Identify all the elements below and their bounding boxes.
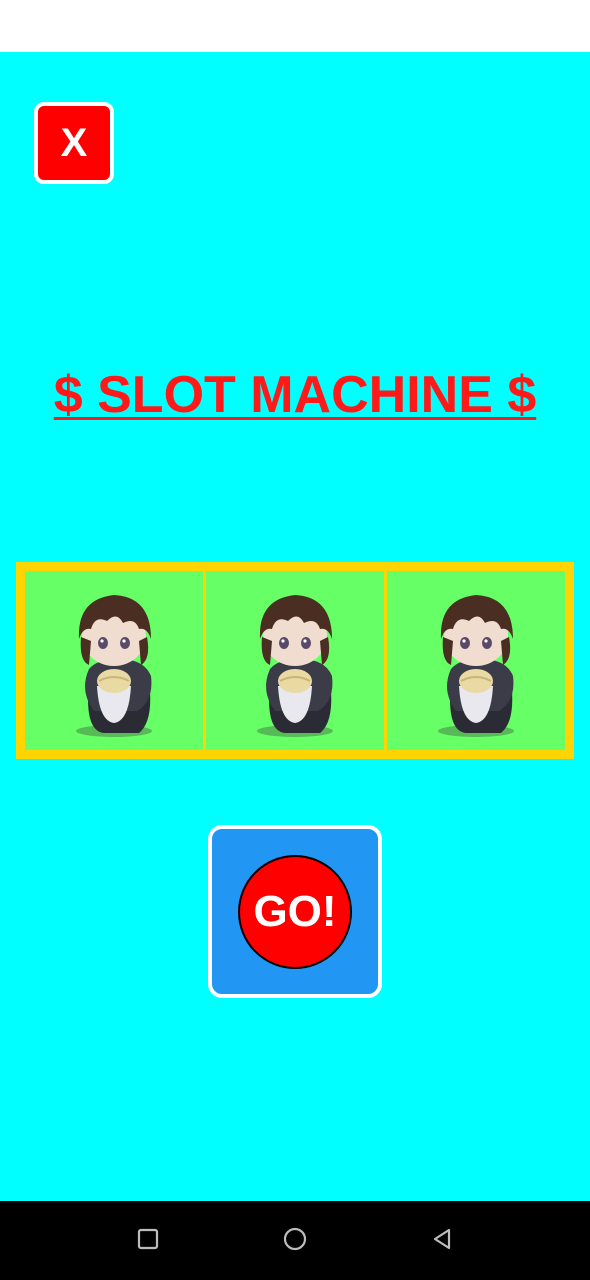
slot-reel-frame xyxy=(16,562,574,759)
go-button-circle: GO! xyxy=(238,854,352,969)
triangle-back-icon xyxy=(430,1227,454,1256)
go-button-label: GO! xyxy=(253,886,337,936)
home-button[interactable] xyxy=(275,1221,315,1261)
go-button[interactable]: GO! xyxy=(208,825,382,998)
circle-icon xyxy=(282,1226,308,1257)
recents-button[interactable] xyxy=(128,1221,168,1261)
reel-3 xyxy=(387,571,565,750)
status-bar xyxy=(0,0,590,52)
chibi-character-icon xyxy=(421,581,531,741)
page-title: $ SLOT MACHINE $ xyxy=(53,366,537,424)
reel-1 xyxy=(25,571,203,750)
chibi-character-icon xyxy=(240,581,350,741)
chibi-character-icon xyxy=(59,581,169,741)
system-nav-bar xyxy=(0,1201,590,1280)
reel-2 xyxy=(206,571,384,750)
square-icon xyxy=(137,1228,159,1255)
close-button[interactable]: X xyxy=(34,102,114,184)
close-button-label: X xyxy=(60,120,88,165)
back-button[interactable] xyxy=(422,1221,462,1261)
